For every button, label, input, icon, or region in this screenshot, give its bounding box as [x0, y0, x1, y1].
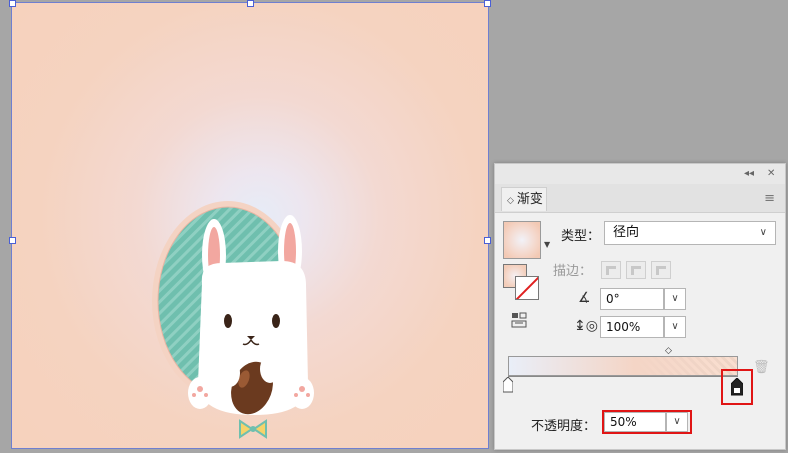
gradient-slider[interactable]: [508, 356, 738, 376]
tab-gradient[interactable]: ◇ 渐变: [501, 187, 547, 211]
fill-stroke-indicator[interactable]: [503, 264, 539, 300]
type-label: 类型：: [561, 229, 601, 244]
gradient-slider-track: [508, 376, 738, 377]
opacity-highlight: [602, 410, 692, 434]
selection-handle-middle-right[interactable]: [484, 237, 491, 244]
selection-handle-middle-left[interactable]: [9, 237, 16, 244]
selection-handle-top-center[interactable]: [247, 0, 254, 7]
stroke-across-button[interactable]: [651, 261, 671, 279]
angle-input[interactable]: 0°: [600, 288, 664, 310]
stroke-along-button[interactable]: [626, 261, 646, 279]
gradient-type-select[interactable]: 径向 ∨: [604, 221, 776, 245]
panel-tab-row: ◇ 渐变: [495, 184, 785, 213]
trash-icon[interactable]: 🗑: [753, 360, 770, 375]
reverse-gradient-icon[interactable]: [511, 312, 529, 328]
selection-handle-top-right[interactable]: [484, 0, 491, 7]
collapse-panel-icon[interactable]: ◂◂: [744, 168, 754, 179]
stroke-label: 描边：: [553, 264, 593, 279]
opacity-label: 不透明度：: [531, 419, 597, 434]
gradient-swatch[interactable]: [503, 221, 541, 259]
gradient-stop-left[interactable]: [503, 377, 513, 393]
chevron-down-icon: ∨: [759, 227, 767, 238]
angle-icon: ∡: [578, 290, 591, 306]
stroke-within-button[interactable]: [601, 261, 621, 279]
swatch-dropdown-icon[interactable]: ▼: [544, 240, 550, 249]
artboard[interactable]: [9, 0, 491, 449]
stroke-none-swatch[interactable]: [515, 276, 539, 300]
gradient-type-value: 径向: [613, 225, 640, 240]
bunny-illustration: [152, 201, 314, 439]
aspect-ratio-dropdown-icon[interactable]: ∨: [664, 316, 686, 338]
panel-title-bar[interactable]: ◂◂ ✕: [495, 164, 785, 184]
gradient-stop-right[interactable]: [731, 378, 743, 396]
panel-menu-icon[interactable]: ≡: [764, 191, 775, 206]
selection-handle-top-left[interactable]: [9, 0, 16, 7]
aspect-ratio-input[interactable]: 100%: [600, 316, 664, 338]
gradient-panel: ◂◂ ✕ ◇ 渐变 ≡ ▼ 类型： 径向 ∨ 描边： ∡ 0° ∨ ↨◎ 100%…: [494, 163, 786, 450]
tab-gradient-label: 渐变: [516, 192, 543, 207]
aspect-ratio-icon: ↨◎: [574, 318, 598, 334]
angle-dropdown-icon[interactable]: ∨: [664, 288, 686, 310]
gradient-midpoint-diamond[interactable]: ◇: [665, 346, 672, 356]
close-panel-icon[interactable]: ✕: [767, 168, 775, 179]
chevron-updown-icon: ◇: [507, 196, 514, 206]
